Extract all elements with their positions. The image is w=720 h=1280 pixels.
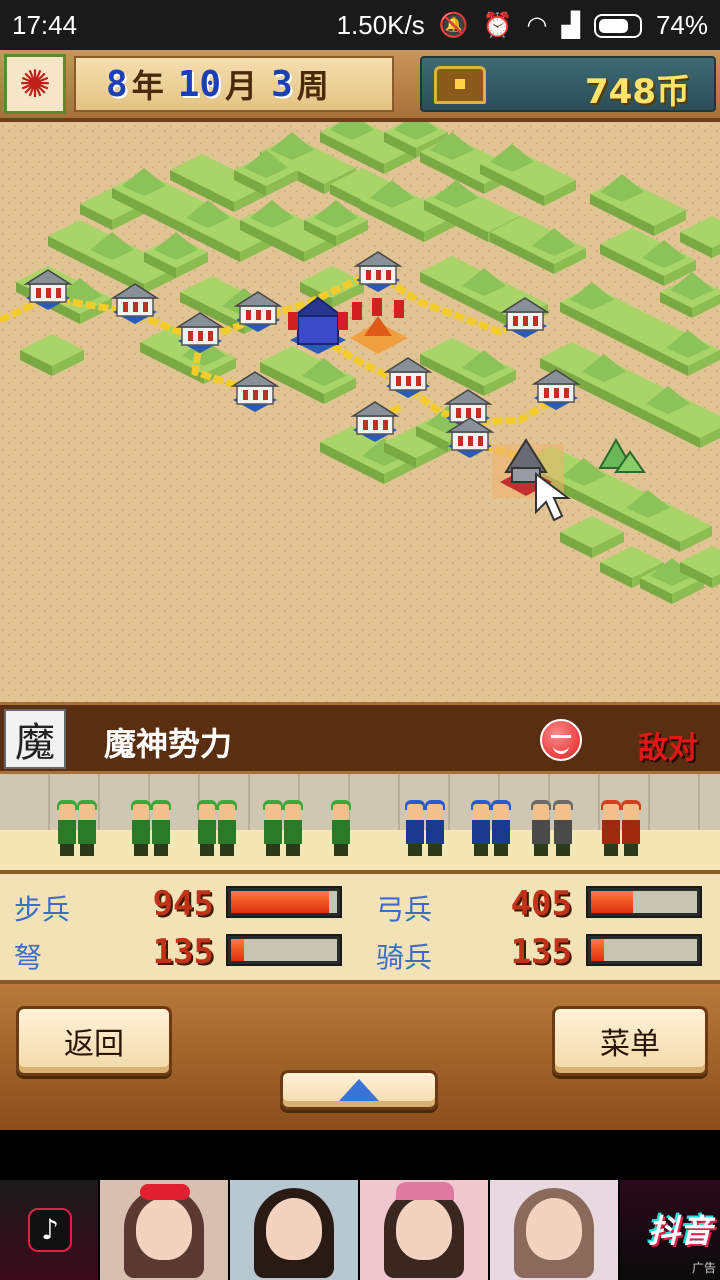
tiktok-logo-icon[interactable]: ♪ <box>0 1180 100 1280</box>
ad-photo-1[interactable] <box>100 1180 230 1280</box>
expand-up-button[interactable] <box>280 1070 438 1110</box>
soldier-sprite <box>76 800 98 858</box>
week-number: 3 <box>271 63 293 105</box>
coin-count: 748币 <box>585 72 690 112</box>
soldier-sprite <box>470 800 492 858</box>
ad-photo-3[interactable] <box>360 1180 490 1280</box>
battery-percent: 74% <box>655 10 708 40</box>
stat-archer: 弓兵 405 <box>376 884 572 928</box>
ad-photo-2[interactable] <box>230 1180 360 1280</box>
stat-crossbow: 弩 135 <box>14 932 214 976</box>
crossbow-label: 弩 <box>14 941 43 974</box>
triangle-up-icon <box>339 1079 379 1101</box>
month-unit: 月 <box>225 67 258 105</box>
back-button[interactable]: 返回 <box>16 1006 172 1076</box>
faction-bar: 魔 魔神势力 敌对 <box>0 702 720 774</box>
soldier-sprite <box>196 800 218 858</box>
ad-photo-4[interactable] <box>490 1180 620 1280</box>
battery-icon <box>593 13 642 38</box>
infantry-bar <box>226 886 342 918</box>
year-number: 8 <box>106 63 128 105</box>
soldier-sprite <box>490 800 512 858</box>
faction-name: 魔神势力 <box>104 725 233 763</box>
soldier-sprite <box>530 800 552 858</box>
infantry-label: 步兵 <box>14 893 71 926</box>
world-map[interactable] <box>0 122 720 702</box>
ad-tag: 广告 <box>691 1261 716 1275</box>
game-top-bar: ✺ 8 年 10 月 3 周 748币 <box>0 50 720 122</box>
wifi-icon: ◠ <box>526 12 548 39</box>
cavalry-value: 135 <box>510 932 572 972</box>
menu-button[interactable]: 菜单 <box>552 1006 708 1076</box>
crossbow-bar <box>226 934 342 966</box>
alarm-icon: ⏰ <box>482 12 513 39</box>
signal-icon: ▟ <box>561 12 580 39</box>
year-unit: 年 <box>131 67 164 105</box>
ad-brand-text: 抖音 <box>647 1212 712 1250</box>
date-panel: 8 年 10 月 3 周 <box>74 56 394 112</box>
stat-infantry: 步兵 945 <box>14 884 214 928</box>
player-emblem-icon[interactable]: ✺ <box>4 54 66 114</box>
stat-cavalry: 骑兵 135 <box>376 932 572 976</box>
faction-emblem: 魔 <box>4 709 66 769</box>
soldier-sprite <box>130 800 152 858</box>
bottom-control-panel: 返回 菜单 <box>0 984 720 1130</box>
soldier-sprite <box>330 800 352 858</box>
angry-face-icon <box>540 719 582 761</box>
archer-value: 405 <box>510 884 572 924</box>
soldier-sprite <box>600 800 622 858</box>
treasure-chest-icon <box>434 66 486 104</box>
net-speed: 1.50K/s <box>336 10 425 40</box>
soldier-sprite <box>424 800 446 858</box>
soldier-sprite <box>404 800 426 858</box>
ad-banner[interactable]: ♪ 抖音 广告 <box>0 1180 720 1280</box>
status-time: 17:44 <box>12 10 78 40</box>
archer-bar <box>586 886 702 918</box>
troop-stats: 步兵 945 弓兵 405 弩 135 骑兵 135 <box>0 874 720 984</box>
archer-label: 弓兵 <box>376 893 433 926</box>
soldier-sprite <box>620 800 642 858</box>
map-canvas[interactable] <box>0 122 720 702</box>
cavalry-label: 骑兵 <box>376 941 433 974</box>
status-icons: 1.50K/s 🔕 ⏰ ◠ ▟ 74% <box>337 10 708 41</box>
relation-status: 敌对 <box>638 731 698 766</box>
status-bar: 17:44 1.50K/s 🔕 ⏰ ◠ ▟ 74% <box>0 0 720 50</box>
cavalry-bar <box>586 934 702 966</box>
ad-brand-tile[interactable]: 抖音 广告 <box>620 1180 720 1280</box>
soldier-sprite <box>282 800 304 858</box>
month-number: 10 <box>177 63 222 105</box>
army-preview <box>0 774 720 874</box>
soldier-sprite <box>56 800 78 858</box>
soldier-sprite <box>216 800 238 858</box>
soldier-sprite <box>552 800 574 858</box>
soldier-sprite <box>150 800 172 858</box>
coin-panel: 748币 <box>420 56 716 112</box>
week-unit: 周 <box>296 67 329 105</box>
mute-icon: 🔕 <box>438 12 469 39</box>
crossbow-value: 135 <box>152 932 214 972</box>
infantry-value: 945 <box>152 884 214 924</box>
soldier-sprite <box>262 800 284 858</box>
